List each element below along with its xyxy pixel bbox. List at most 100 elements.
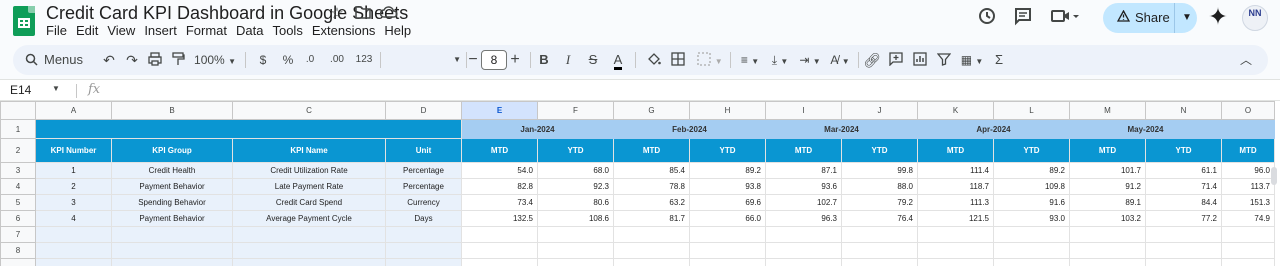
insert-comment-icon[interactable]: [887, 45, 905, 75]
cell[interactable]: [35, 258, 112, 266]
column-header-h[interactable]: H: [689, 101, 766, 120]
filter-icon[interactable]: [935, 45, 953, 75]
sheet-grid[interactable]: A B C D E F G H I J K L M N O 1 Jan-2024…: [0, 101, 1280, 266]
cell-unit[interactable]: Percentage: [385, 178, 462, 195]
cell-kpi-name[interactable]: Average Payment Cycle: [232, 210, 386, 227]
star-icon[interactable]: ☆: [328, 5, 346, 23]
column-header-d[interactable]: D: [385, 101, 462, 120]
header-kpi-number[interactable]: KPI Number: [35, 138, 112, 163]
cell[interactable]: [537, 242, 614, 259]
cell-value[interactable]: 81.7: [613, 210, 690, 227]
cell-value[interactable]: 96.3: [765, 210, 842, 227]
cell-kpi-number[interactable]: 2: [35, 178, 112, 195]
strikethrough-icon[interactable]: S: [585, 45, 601, 75]
menu-data[interactable]: Data: [236, 23, 269, 38]
cell[interactable]: [111, 226, 233, 243]
cell-value[interactable]: 74.9: [1221, 210, 1275, 227]
cell-value[interactable]: 103.2: [1069, 210, 1146, 227]
cell[interactable]: [461, 226, 538, 243]
cell-value[interactable]: 63.2: [613, 194, 690, 211]
cell[interactable]: [111, 258, 233, 266]
cell[interactable]: [689, 226, 766, 243]
insert-link-icon[interactable]: 🔗︎: [863, 45, 881, 75]
menu-edit[interactable]: Edit: [76, 23, 104, 38]
column-header-m[interactable]: M: [1069, 101, 1146, 120]
row-header[interactable]: 7: [0, 226, 36, 243]
move-folder-icon[interactable]: [354, 5, 372, 23]
vertical-align-icon[interactable]: ⤓ ▼: [767, 45, 793, 75]
cell[interactable]: [841, 242, 918, 259]
cell[interactable]: [1221, 242, 1275, 259]
cell-value[interactable]: 85.4: [613, 162, 690, 179]
share-dropdown-icon[interactable]: ▼: [1177, 3, 1197, 33]
cell-kpi-group[interactable]: Payment Behavior: [111, 210, 233, 227]
cell-value[interactable]: 79.2: [841, 194, 918, 211]
cell-value[interactable]: 118.7: [917, 178, 994, 195]
cell[interactable]: [917, 258, 994, 266]
row-header[interactable]: 1: [0, 119, 36, 139]
column-header-b[interactable]: B: [111, 101, 233, 120]
header-mtd[interactable]: MTD: [765, 138, 842, 163]
cell-value[interactable]: 84.4: [1145, 194, 1222, 211]
cell-value[interactable]: 68.0: [537, 162, 614, 179]
sheets-logo-icon[interactable]: [13, 6, 35, 36]
header-mtd[interactable]: MTD: [1221, 138, 1275, 163]
fill-color-icon[interactable]: [645, 45, 663, 75]
cell[interactable]: [111, 242, 233, 259]
cell-value[interactable]: 121.5: [917, 210, 994, 227]
font-family-select[interactable]: ▼: [391, 45, 461, 75]
functions-icon[interactable]: Σ: [991, 45, 1007, 75]
row-header[interactable]: 5: [0, 194, 36, 211]
cell[interactable]: [613, 258, 690, 266]
cell-unit[interactable]: Percentage: [385, 162, 462, 179]
cell-unit[interactable]: Days: [385, 210, 462, 227]
cell-value[interactable]: 109.8: [993, 178, 1070, 195]
cell[interactable]: [613, 226, 690, 243]
cell-value[interactable]: 89.2: [993, 162, 1070, 179]
cell-kpi-number[interactable]: 4: [35, 210, 112, 227]
cell[interactable]: [1145, 242, 1222, 259]
cell-kpi-group[interactable]: Spending Behavior: [111, 194, 233, 211]
meet-icon[interactable]: [1048, 6, 1082, 28]
menu-insert[interactable]: Insert: [144, 23, 183, 38]
row-header[interactable]: 8: [0, 242, 36, 259]
select-all-corner[interactable]: [0, 101, 36, 120]
text-wrapping-icon[interactable]: ⇥ ▼: [797, 45, 823, 75]
cell[interactable]: [765, 226, 842, 243]
cell[interactable]: [1069, 242, 1146, 259]
header-mtd[interactable]: MTD: [613, 138, 690, 163]
cell[interactable]: [765, 258, 842, 266]
header-kpi-group[interactable]: KPI Group: [111, 138, 233, 163]
header-ytd[interactable]: YTD: [689, 138, 766, 163]
percent-format-button[interactable]: %: [281, 45, 295, 75]
cell[interactable]: [1221, 226, 1275, 243]
cell-kpi-number[interactable]: 1: [35, 162, 112, 179]
cell-value[interactable]: 89.2: [689, 162, 766, 179]
month-header[interactable]: Feb-2024: [613, 119, 766, 139]
month-header[interactable]: Jan-2024: [461, 119, 614, 139]
bold-button[interactable]: B: [537, 45, 551, 75]
cell[interactable]: [385, 258, 462, 266]
cell-unit[interactable]: Currency: [385, 194, 462, 211]
cell[interactable]: [35, 242, 112, 259]
column-header-i[interactable]: I: [765, 101, 842, 120]
cell-value[interactable]: 82.8: [461, 178, 538, 195]
text-rotation-icon[interactable]: A̸ ▼: [827, 45, 853, 75]
cell-kpi-name[interactable]: Late Payment Rate: [232, 178, 386, 195]
print-icon[interactable]: [146, 45, 164, 75]
cell-value[interactable]: 99.8: [841, 162, 918, 179]
column-header-a[interactable]: A: [35, 101, 112, 120]
zoom-select[interactable]: 100% ▼: [194, 45, 236, 75]
cell[interactable]: [537, 226, 614, 243]
cell[interactable]: [232, 242, 386, 259]
month-header[interactable]: May-2024: [1069, 119, 1222, 139]
cell-value[interactable]: 69.6: [689, 194, 766, 211]
cell-value[interactable]: 92.3: [537, 178, 614, 195]
horizontal-align-icon[interactable]: ≡ ▼: [737, 45, 763, 75]
cell-value[interactable]: 89.1: [1069, 194, 1146, 211]
menu-view[interactable]: View: [107, 23, 141, 38]
menu-tools[interactable]: Tools: [272, 23, 308, 38]
share-main[interactable]: Share: [1103, 3, 1175, 33]
cell-value[interactable]: 111.3: [917, 194, 994, 211]
cell[interactable]: [841, 226, 918, 243]
